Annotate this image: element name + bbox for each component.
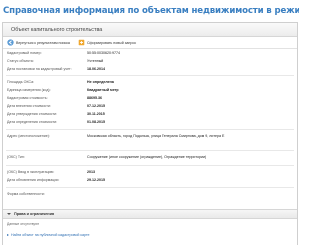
divider xyxy=(6,187,294,188)
card-title: Объект капитального строительства xyxy=(3,23,297,37)
field-label: (ОКС) Тип: xyxy=(7,155,25,159)
field-label: Кадастровая стоимость: xyxy=(7,96,48,100)
new-request-icon xyxy=(78,39,85,46)
field-value: 88695.36 xyxy=(87,96,102,100)
field-label: Статус объекта: xyxy=(7,59,34,63)
field-value: 30.11.2015 xyxy=(87,112,105,116)
field-value: Сооружение (иное сооружение (ограждение)… xyxy=(87,155,207,159)
divider xyxy=(6,165,294,166)
object-card: Объект капитального строительства Вернут… xyxy=(2,22,298,245)
public-map-link[interactable]: Найти объект на публичной кадастровой ка… xyxy=(7,233,90,237)
field-label: Дата обновления информации: xyxy=(7,178,60,182)
field-value: 01.08.2015 xyxy=(87,120,105,124)
divider xyxy=(6,75,294,76)
field-value: Квадратный метр xyxy=(87,88,119,92)
field-label: Единица измерения (код): xyxy=(7,88,51,92)
field-label: Дата утверждения стоимости: xyxy=(7,112,58,116)
field-value: 29.12.2015 xyxy=(87,178,105,182)
field-label: Дата определения стоимости: xyxy=(7,120,58,124)
field-label: Форма собственности: xyxy=(7,192,45,196)
field-value: Московская область, город Подольск, улиц… xyxy=(87,134,225,138)
field-value: 50:55:0030620:9774 xyxy=(87,51,120,55)
rights-section-label: Права и ограничения xyxy=(14,212,55,216)
field-value: 2013 xyxy=(87,170,95,174)
field-label: (ОКС) Ввод в эксплуатацию: xyxy=(7,170,55,174)
field-value: 07.12.2015 xyxy=(87,104,105,108)
field-label: Площадь ОКСа: xyxy=(7,80,35,84)
field-value: Не определена xyxy=(87,80,114,84)
back-arrow-icon xyxy=(7,39,14,46)
new-request-button[interactable]: Сформировать новый запрос xyxy=(78,39,136,46)
toolbar: Вернуться к результатам поиска Сформиров… xyxy=(3,37,297,49)
rights-section-toggle[interactable]: Права и ограничения xyxy=(3,209,297,219)
page-title: Справочная информация по объектам недвиж… xyxy=(3,6,299,16)
divider xyxy=(6,129,294,130)
new-request-label: Сформировать новый запрос xyxy=(86,40,137,45)
public-map-link-label: Найти объект на публичной кадастровой ка… xyxy=(11,233,90,237)
back-to-results-button[interactable]: Вернуться к результатам поиска xyxy=(7,39,70,46)
field-label: Адрес (местоположение): xyxy=(7,134,50,138)
chevron-down-icon xyxy=(7,213,11,215)
field-label: Кадастровый номер: xyxy=(7,51,42,55)
field-value: Учтенный xyxy=(87,59,104,63)
field-label: Дата внесения стоимости: xyxy=(7,104,51,108)
field-value: 18.06.2014 xyxy=(87,67,105,71)
field-label: Дата постановки на кадастровый учет: xyxy=(7,67,72,71)
arrow-right-icon xyxy=(7,234,9,236)
back-to-results-label: Вернуться к результатам поиска xyxy=(16,40,70,45)
divider xyxy=(6,150,294,151)
no-data-text: Данные отсутствуют xyxy=(7,222,40,226)
